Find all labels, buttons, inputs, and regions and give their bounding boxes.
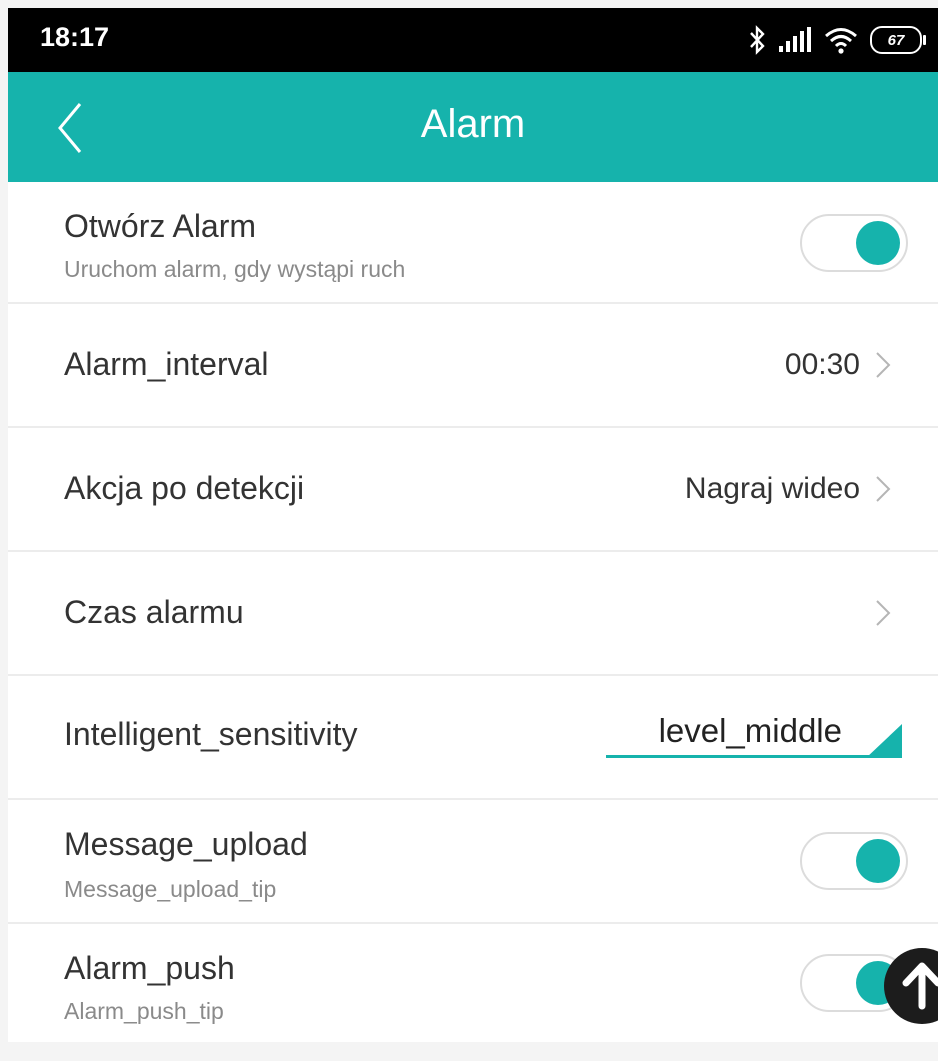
message-upload-row: Message_upload Message_upload_tip [8,800,938,924]
alarm-interval-value: 00:30 [784,348,860,381]
sensitivity-select[interactable]: level_middle [606,698,902,758]
message-upload-toggle[interactable] [800,832,908,890]
open-alarm-title: Otwórz Alarm [64,208,257,244]
battery-icon: 67 [870,26,926,54]
chevron-right-icon [876,600,891,626]
detection-action-row[interactable]: Akcja po detekcji Nagraj wideo [8,428,938,552]
chevron-right-icon [876,476,891,502]
detection-action-value: Nagraj wideo [684,472,860,505]
alarm-interval-row[interactable]: Alarm_interval 00:30 [8,304,938,428]
status-icons: 67 [748,22,926,58]
app-bar: Alarm [8,72,938,182]
battery-level: 67 [887,31,905,49]
status-bar: 18:17 67 [8,8,938,72]
alarm-time-row[interactable]: Czas alarmu [8,552,938,676]
open-alarm-toggle[interactable] [800,214,908,272]
sensitivity-row: Intelligent_sensitivity level_middle [8,676,938,800]
detection-action-title: Akcja po detekcji [64,470,305,506]
scroll-top-button[interactable] [884,948,938,1024]
select-underline [606,755,902,758]
alarm-interval-title: Alarm_interval [64,346,269,382]
alarm-push-row: Alarm_push Alarm_push_tip [8,924,938,1042]
sensitivity-title: Intelligent_sensitivity [64,716,358,752]
page-title: Alarm [420,102,526,146]
settings-list: Otwórz Alarm Uruchom alarm, gdy wystąpi … [8,182,938,1042]
bluetooth-icon [750,25,765,55]
dropdown-triangle-icon [866,724,902,758]
status-time: 18:17 [40,22,110,52]
alarm-time-title: Czas alarmu [64,594,244,630]
message-upload-subtitle: Message_upload_tip [64,876,277,902]
alarm-push-title: Alarm_push [64,950,235,986]
open-alarm-row: Otwórz Alarm Uruchom alarm, gdy wystąpi … [8,182,938,304]
chevron-right-icon [876,352,891,378]
toggle-knob [856,221,900,265]
message-upload-title: Message_upload [64,826,308,862]
wifi-icon [825,28,857,54]
sensitivity-selected-value: level_middle [658,712,842,749]
alarm-push-subtitle: Alarm_push_tip [64,998,224,1024]
signal-icon [779,27,811,52]
arrow-up-icon [902,962,938,1010]
toggle-knob [856,839,900,883]
open-alarm-subtitle: Uruchom alarm, gdy wystąpi ruch [64,256,406,282]
